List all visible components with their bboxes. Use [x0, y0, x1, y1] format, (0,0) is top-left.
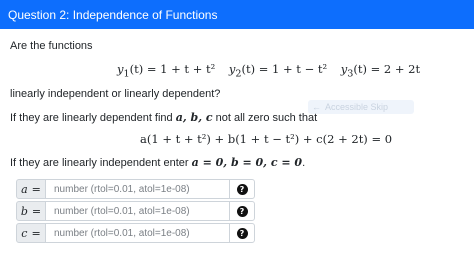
answer-label-b: b =	[16, 201, 46, 221]
question-title: Question 2: Independence of Functions	[8, 7, 218, 22]
dependent-instruction: If they are linearly dependent find a, b…	[10, 111, 318, 124]
question-circle-icon: ?	[236, 205, 248, 217]
answer-label-c: c =	[16, 223, 46, 243]
function-y1: y1(t) = 1 + t + t²	[117, 62, 216, 80]
combination-equation: a(1 + t + t²) + b(1 + t − t²) + c(2 + 2t…	[140, 132, 393, 146]
question-prompt: linearly independent or linearly depende…	[10, 88, 221, 100]
help-button-b[interactable]: ?	[229, 201, 255, 221]
answer-row-c: c= ?	[16, 223, 255, 243]
answer-row-a: a= ?	[16, 179, 255, 199]
function-y2: y2(t) = 1 + t − t²	[228, 62, 328, 80]
answer-row-b: b= ?	[16, 201, 255, 221]
answer-input-a[interactable]	[46, 179, 229, 199]
help-button-c[interactable]: ?	[229, 223, 255, 243]
independent-instruction: If they are linearly independent enter a…	[10, 156, 306, 169]
question-circle-icon: ?	[236, 183, 248, 195]
question-header: Question 2: Independence of Functions	[0, 0, 474, 29]
functions-display: y1(t) = 1 + t + t² y2(t) = 1 + t − t² y3…	[112, 62, 425, 79]
question-intro: Are the functions	[10, 40, 93, 52]
function-y3: y3(t) = 2 + 2t	[340, 62, 421, 80]
question-circle-icon: ?	[236, 227, 248, 239]
help-button-a[interactable]: ?	[229, 179, 255, 199]
answer-label-a: a =	[16, 179, 46, 199]
answer-input-b[interactable]	[46, 201, 229, 221]
answer-input-c[interactable]	[46, 223, 229, 243]
accessible-skip-link[interactable]: ← Accessible Skip	[308, 100, 414, 114]
